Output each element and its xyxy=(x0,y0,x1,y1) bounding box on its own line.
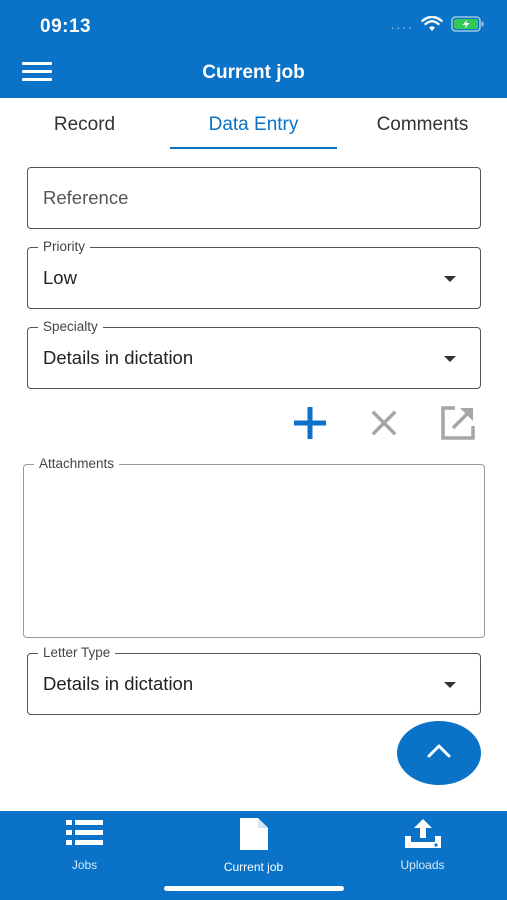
nav-uploads[interactable]: Uploads xyxy=(338,811,507,900)
attachment-actions xyxy=(291,404,477,442)
status-indicators: ···· xyxy=(390,15,485,37)
nav-uploads-label: Uploads xyxy=(400,858,445,872)
nav-jobs[interactable]: Jobs xyxy=(0,811,169,900)
tab-data-entry[interactable]: Data Entry xyxy=(169,98,338,152)
attachments-box[interactable]: Attachments xyxy=(23,456,485,638)
tab-comments[interactable]: Comments xyxy=(338,98,507,152)
tab-bar: Record Data Entry Comments xyxy=(0,98,507,152)
dropdown-arrow-icon xyxy=(444,682,456,688)
specialty-label: Specialty xyxy=(38,319,103,334)
close-icon[interactable] xyxy=(365,404,403,442)
nav-current-job-label: Current job xyxy=(223,860,284,874)
cellular-signal-icon: ···· xyxy=(390,18,413,35)
priority-select[interactable]: Priority Low xyxy=(27,239,481,309)
chevron-up-icon xyxy=(426,743,452,764)
tab-record[interactable]: Record xyxy=(0,98,169,152)
battery-charging-icon xyxy=(451,16,485,37)
nav-jobs-label: Jobs xyxy=(71,858,98,872)
home-indicator xyxy=(164,886,344,891)
app-header: 09:13 ···· Current job xyxy=(0,0,507,98)
reference-placeholder: Reference xyxy=(43,187,129,208)
reference-field[interactable]: Reference xyxy=(27,167,481,229)
scroll-top-button[interactable] xyxy=(397,721,481,785)
letter-type-label: Letter Type xyxy=(38,645,116,660)
attachments-label: Attachments xyxy=(34,456,120,471)
open-external-icon[interactable] xyxy=(439,404,477,442)
add-icon[interactable] xyxy=(291,404,329,442)
priority-label: Priority xyxy=(38,239,91,254)
dropdown-arrow-icon xyxy=(444,356,456,362)
specialty-value: Details in dictation xyxy=(43,347,194,368)
list-icon xyxy=(65,817,105,854)
wifi-icon xyxy=(421,15,443,37)
status-time: 09:13 xyxy=(40,16,92,37)
specialty-select[interactable]: Specialty Details in dictation xyxy=(27,319,481,389)
page-title: Current job xyxy=(202,62,305,83)
priority-value: Low xyxy=(43,267,77,288)
document-icon xyxy=(239,817,269,856)
dropdown-arrow-icon xyxy=(444,276,456,282)
upload-icon xyxy=(403,817,443,854)
letter-type-value: Details in dictation xyxy=(43,673,194,694)
letter-type-select[interactable]: Letter Type Details in dictation xyxy=(27,645,481,715)
